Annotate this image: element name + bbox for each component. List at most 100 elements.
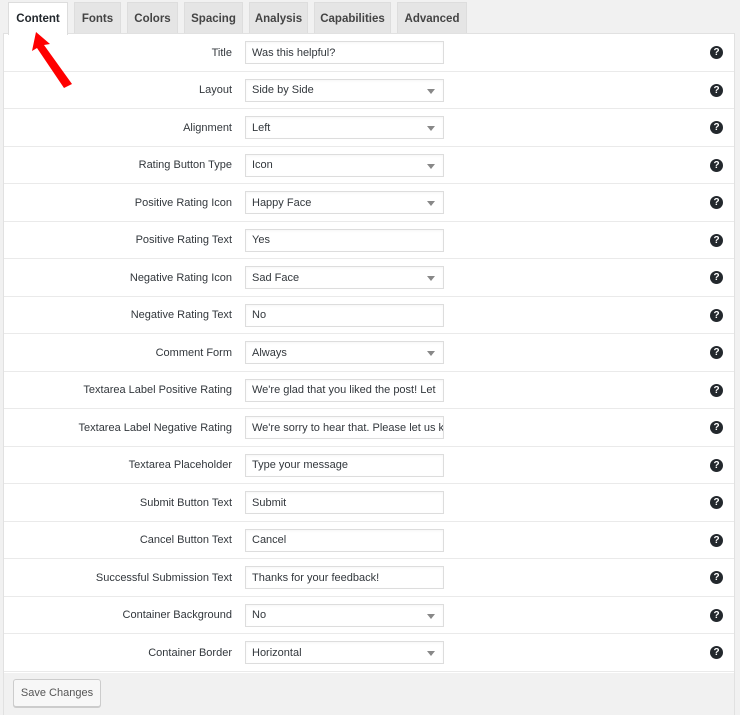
successful-submission-text-label: Successful Submission Text [95,571,232,584]
alignment-value: Left [252,121,271,134]
chevron-down-icon [427,351,435,356]
chevron-down-icon [427,651,435,656]
positive-rating-text-value: Yes [252,234,270,246]
alignment-label: Alignment [183,121,232,134]
help-icon[interactable]: ? [710,458,723,472]
textarea-label-positive-rating-value: We're glad that you liked the post! Let [252,384,436,396]
negative-rating-icon-select[interactable]: Sad Face [245,266,444,289]
tab-fonts[interactable]: Fonts [74,2,121,34]
setting-row-positive-rating-icon: Positive Rating Icon Happy Face? [4,184,734,222]
negative-rating-text-value: No [252,309,267,321]
positive-rating-icon-value: Happy Face [252,196,312,209]
comment-form-select[interactable]: Always [245,341,444,364]
cancel-button-text-value: Cancel [252,534,287,546]
help-icon[interactable]: ? [710,608,723,622]
successful-submission-text-value: Thanks for your feedback! [252,571,380,584]
textarea-placeholder-label: Textarea Placeholder [128,459,232,471]
positive-rating-text-input[interactable]: Yes [245,228,444,252]
setting-row-submit-button-text: Submit Button Text Submit? [4,484,734,522]
help-icon[interactable]: ? [710,646,723,659]
positive-rating-icon-select[interactable]: Happy Face [245,191,444,214]
help-icon[interactable]: ? [710,46,723,59]
rating-button-type-label: Rating Button Type [138,159,232,171]
textarea-placeholder-input[interactable]: Type your message [245,453,444,477]
help-icon[interactable]: ? [710,83,723,97]
help-icon[interactable]: ? [710,158,723,172]
setting-row-container-background: Container Background No? [4,597,734,634]
help-icon[interactable]: ? [710,308,723,322]
submit-button-text-value: Submit [252,496,287,509]
settings-tabs: Content Fonts Colors Spacing Analysis Ca… [0,0,740,35]
alignment-select[interactable]: Left [245,116,444,139]
setting-row-negative-rating-text: Negative Rating Text No? [4,297,734,334]
rating-button-type-select[interactable]: Icon [245,153,444,177]
submit-button-text-input[interactable]: Submit [245,491,444,514]
content-settings-panel: Title Was this helpful?? Layout Side by Sid… [3,33,735,673]
textarea-label-positive-rating-label: Textarea Label Positive Rating [83,384,232,396]
setting-row-comment-form: Comment Form Always? [4,334,734,372]
help-icon[interactable]: ? [710,496,723,509]
rating-button-type-value: Icon [252,159,273,171]
tab-spacing[interactable]: Spacing [184,2,243,34]
help-icon[interactable]: ? [710,383,723,397]
title-value: Was this helpful? [252,46,336,59]
container-background-select[interactable]: No [245,603,444,627]
setting-row-alignment: Alignment Left? [4,109,734,147]
negative-rating-text-input[interactable]: No [245,303,444,327]
chevron-down-icon [427,201,435,206]
setting-row-negative-rating-icon: Negative Rating Icon Sad Face? [4,259,734,297]
container-background-label: Container Background [122,609,232,621]
textarea-label-negative-rating-input[interactable]: We're sorry to hear that. Please let us … [245,416,444,439]
setting-row-layout: Layout Side by Side? [4,72,734,109]
successful-submission-text-input[interactable]: Thanks for your feedback! [245,566,444,589]
footer: Save Changes [3,673,735,715]
container-border-select[interactable]: Horizontal [245,641,444,664]
textarea-label-negative-rating-value: We're sorry to hear that. Please let us … [252,421,444,434]
setting-row-container-border: Container Border Horizontal? [4,634,734,672]
textarea-label-positive-rating-input[interactable]: We're glad that you liked the post! Let [245,378,444,402]
chevron-down-icon [427,276,435,281]
help-icon[interactable]: ? [710,196,723,209]
setting-row-textarea-placeholder: Textarea Placeholder Type your message? [4,447,734,484]
negative-rating-text-label: Negative Rating Text [130,309,232,321]
help-icon[interactable]: ? [710,533,723,547]
container-background-value: No [252,609,267,621]
negative-rating-icon-label: Negative Rating Icon [129,271,232,284]
setting-row-cancel-button-text: Cancel Button Text Cancel? [4,522,734,559]
help-icon[interactable]: ? [710,421,723,434]
cancel-button-text-input[interactable]: Cancel [245,528,444,552]
help-icon[interactable]: ? [710,571,723,584]
help-icon[interactable]: ? [710,271,723,284]
comment-form-label: Comment Form [155,346,232,359]
tab-analysis[interactable]: Analysis [249,2,308,34]
help-icon[interactable]: ? [710,121,723,134]
help-icon[interactable]: ? [710,233,723,247]
textarea-placeholder-value: Type your message [252,459,348,471]
layout-value: Side by Side [252,84,314,96]
help-icon[interactable]: ? [710,346,723,359]
red-arrow-annotation-icon [32,32,72,88]
layout-label: Layout [198,84,232,96]
chevron-down-icon [427,126,435,131]
chevron-down-icon [427,613,435,619]
positive-rating-icon-label: Positive Rating Icon [134,196,232,209]
tab-advanced[interactable]: Advanced [397,2,467,34]
layout-select[interactable]: Side by Side [245,78,444,102]
setting-row-title: Title Was this helpful?? [4,34,734,72]
comment-form-value: Always [252,346,287,359]
chevron-down-icon [427,88,435,94]
tab-capabilities[interactable]: Capabilities [314,2,391,34]
tab-colors[interactable]: Colors [127,2,178,34]
setting-row-rating-button-type: Rating Button Type Icon? [4,147,734,184]
positive-rating-text-label: Positive Rating Text [135,234,232,246]
title-label: Title [211,46,232,59]
title-input[interactable]: Was this helpful? [245,41,444,64]
textarea-label-negative-rating-label: Textarea Label Negative Rating [78,421,232,434]
setting-row-textarea-label-negative-rating: Textarea Label Negative Rating We're sorr… [4,409,734,447]
setting-row-positive-rating-text: Positive Rating Text Yes? [4,222,734,259]
negative-rating-icon-value: Sad Face [252,271,300,284]
cancel-button-text-label: Cancel Button Text [139,534,232,546]
setting-row-textarea-label-positive-rating: Textarea Label Positive Rating We're glad… [4,372,734,409]
setting-row-successful-submission-text: Successful Submission Text Thanks for you… [4,559,734,597]
save-changes-button[interactable]: Save Changes [13,679,101,707]
